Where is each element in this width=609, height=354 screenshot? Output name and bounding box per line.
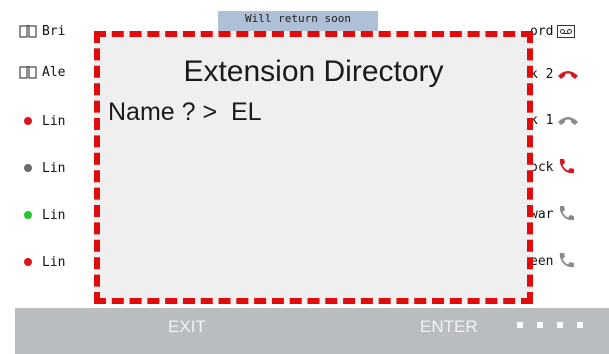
status-dot-icon xyxy=(18,211,38,219)
right-key-1[interactable]: ord xyxy=(530,20,576,42)
status-dot-icon xyxy=(18,164,38,172)
left-key-2[interactable]: Ale xyxy=(18,61,65,83)
right-key-2[interactable]: k 2 xyxy=(530,63,579,85)
book-icon xyxy=(18,24,38,38)
enter-softkey[interactable]: ENTER xyxy=(420,317,478,337)
phone-hangup-icon xyxy=(557,68,579,80)
left-key-4[interactable]: Lin xyxy=(18,157,65,179)
left-key-1-label: Bri xyxy=(42,23,66,39)
extension-directory-dialog: Extension Directory Name ? > EL xyxy=(94,31,533,304)
left-key-6-label: Lin xyxy=(42,254,66,270)
left-key-4-label: Lin xyxy=(42,160,66,176)
softkey-bar: EXIT ENTER xyxy=(15,308,609,354)
dialog-title: Extension Directory xyxy=(183,55,444,88)
right-key-5[interactable]: war xyxy=(530,203,575,225)
name-search-input[interactable]: Name ? > EL xyxy=(108,98,262,127)
left-key-3-label: Lin xyxy=(42,113,66,129)
left-key-5-label: Lin xyxy=(42,207,66,223)
right-key-4[interactable]: ock xyxy=(530,156,575,178)
right-key-6[interactable]: een xyxy=(530,250,575,272)
more-softkeys-dots-icon[interactable] xyxy=(517,322,583,328)
status-dot-icon xyxy=(18,258,38,266)
phone-screen: Will return soon Bri Ale Lin Lin Lin Lin… xyxy=(0,0,609,354)
right-key-3-label: k 1 xyxy=(530,112,554,128)
left-key-2-label: Ale xyxy=(42,64,66,80)
left-key-1[interactable]: Bri xyxy=(18,20,65,42)
status-banner-text: Will return soon xyxy=(245,12,351,25)
right-key-1-label: ord xyxy=(530,23,554,39)
left-key-6[interactable]: Lin xyxy=(18,251,65,273)
status-dot-icon xyxy=(18,117,38,125)
right-key-6-label: een xyxy=(530,253,554,269)
left-key-3[interactable]: Lin xyxy=(18,110,65,132)
book-icon xyxy=(18,65,38,79)
right-key-2-label: k 2 xyxy=(530,66,554,82)
right-key-5-label: war xyxy=(530,206,554,222)
phone-icon xyxy=(557,205,575,223)
right-key-3[interactable]: k 1 xyxy=(530,109,579,131)
phone-icon xyxy=(557,158,575,176)
right-key-4-label: ock xyxy=(530,159,554,175)
voicemail-icon xyxy=(557,24,576,38)
phone-icon xyxy=(557,252,575,270)
left-key-5[interactable]: Lin xyxy=(18,204,65,226)
status-banner: Will return soon xyxy=(218,11,378,33)
exit-softkey[interactable]: EXIT xyxy=(168,317,206,337)
phone-hangup-icon xyxy=(557,114,579,126)
